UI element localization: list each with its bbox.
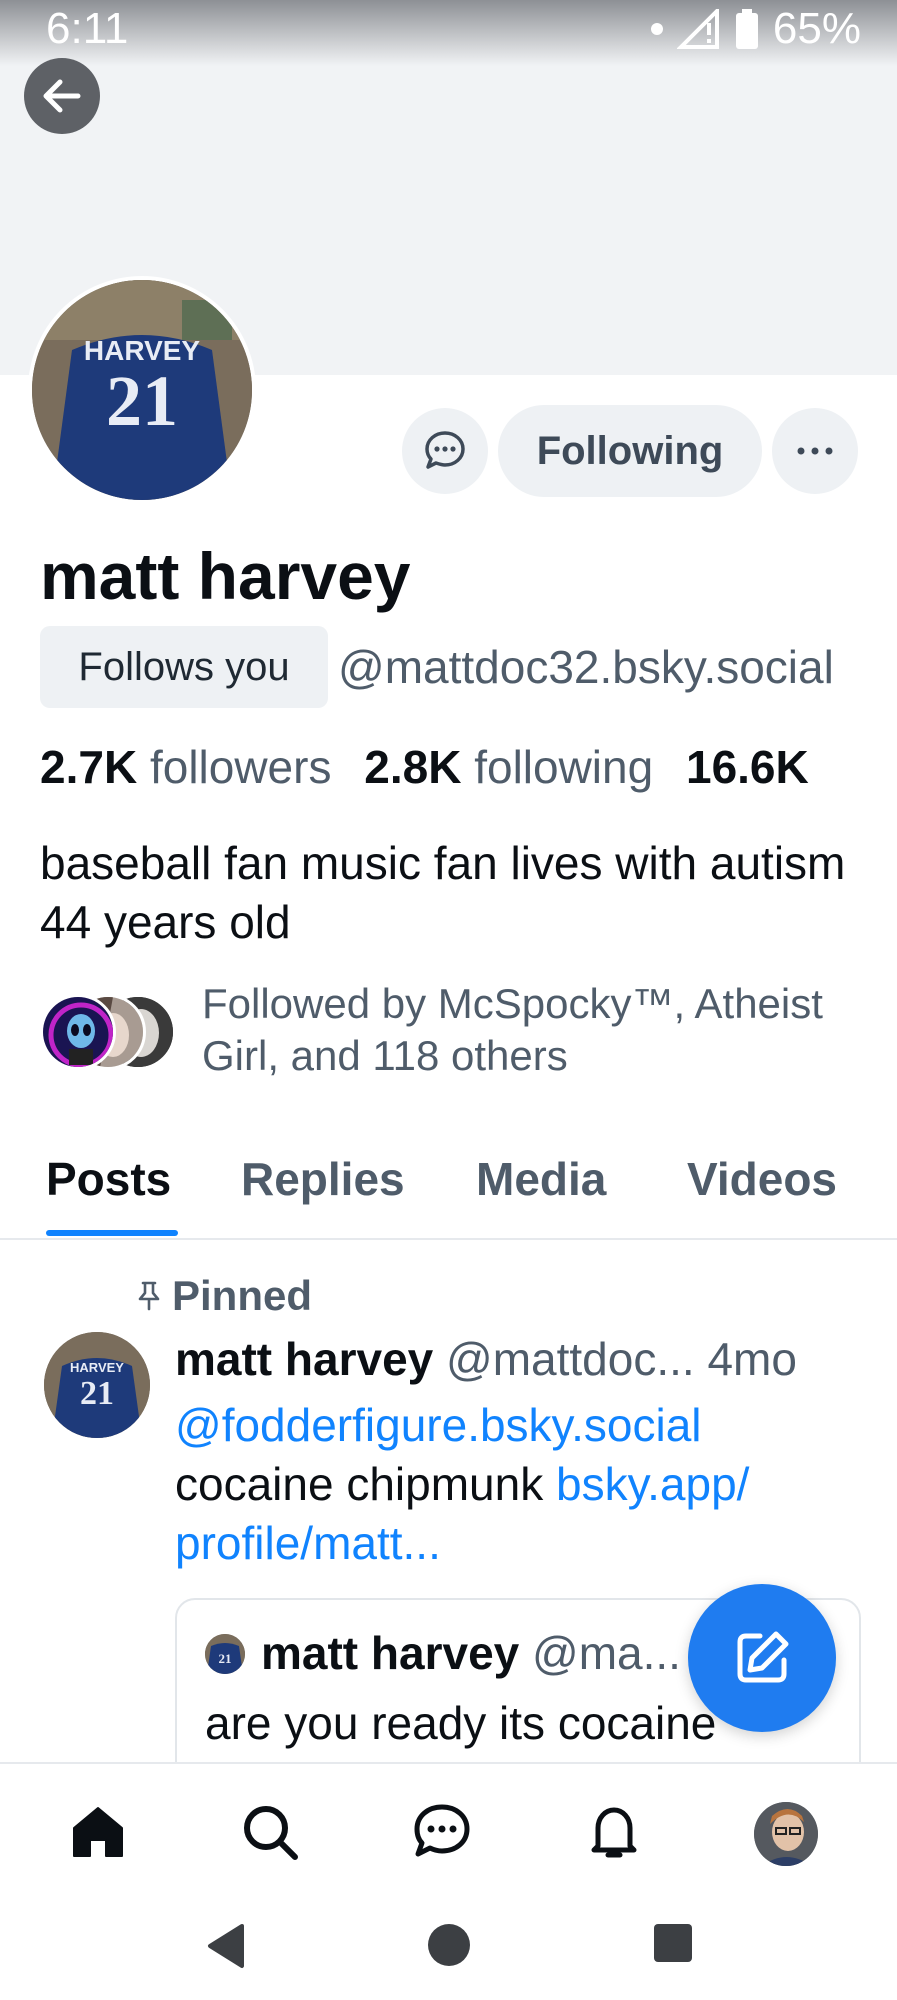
quote-author-avatar: 21 xyxy=(205,1634,245,1674)
battery-percent: 65% xyxy=(772,4,861,53)
tab-replies[interactable]: Replies xyxy=(241,1152,405,1206)
profile-display-name: matt harvey xyxy=(40,539,411,613)
following-label: following xyxy=(474,741,654,793)
quote-author-handle: @ma... xyxy=(532,1627,681,1679)
followers-count: 2.7K xyxy=(40,741,138,793)
status-icons: 65% xyxy=(650,4,861,54)
profile-stats: 2.7K followers 2.8K following 16.6K xyxy=(40,740,897,794)
profile-handle: @mattdoc32.bsky.social xyxy=(338,641,834,693)
tab-videos[interactable]: Videos xyxy=(687,1152,837,1206)
nav-chat[interactable] xyxy=(410,1800,474,1864)
profile-tabs: Posts Replies Media Videos xyxy=(0,1142,897,1240)
quote-header: matt harvey @ma... xyxy=(261,1626,681,1680)
system-back-icon[interactable] xyxy=(204,1922,246,1970)
followers-link[interactable]: 2.7K followers xyxy=(40,741,351,793)
known-followers-avatars[interactable] xyxy=(40,994,180,1074)
message-button[interactable] xyxy=(402,408,488,494)
home-icon xyxy=(73,1807,123,1857)
active-tab-indicator xyxy=(46,1230,178,1236)
tab-posts[interactable]: Posts xyxy=(46,1152,171,1206)
nav-notifications[interactable] xyxy=(582,1800,646,1864)
chat-icon xyxy=(414,1804,470,1857)
post-time: 4mo xyxy=(707,1333,797,1385)
following-count: 2.8K xyxy=(364,741,462,793)
follower-avatar-1 xyxy=(40,994,116,1070)
bottom-navigation xyxy=(0,1762,897,1898)
signal-icon xyxy=(676,9,719,49)
post-avatar-jersey-name: HARVEY xyxy=(70,1360,124,1375)
chat-bubble-icon xyxy=(425,431,465,469)
following-link[interactable]: 2.8K following xyxy=(364,741,673,793)
arrow-left-icon xyxy=(43,79,81,113)
post-header[interactable]: matt harvey @mattdoc... 4mo xyxy=(175,1332,865,1386)
system-recents-icon[interactable] xyxy=(652,1922,694,1964)
nav-profile-avatar[interactable] xyxy=(754,1802,818,1866)
compose-button[interactable] xyxy=(688,1584,836,1732)
pinned-indicator: Pinned xyxy=(136,1272,312,1320)
followed-by-text[interactable]: Followed by McSpocky™, Atheist Girl, and… xyxy=(202,978,862,1082)
profile-avatar[interactable]: HARVEY 21 xyxy=(28,276,256,504)
quote-avatar-jersey-number: 21 xyxy=(219,1651,232,1666)
quote-author-name: matt harvey xyxy=(261,1627,520,1679)
post-avatar-jersey-number: 21 xyxy=(80,1375,114,1412)
follows-you-badge: Follows you xyxy=(40,626,328,708)
bell-icon xyxy=(591,1807,637,1858)
followers-label: followers xyxy=(149,741,332,793)
quote-text: are you ready its cocaine xyxy=(205,1697,717,1749)
battery-icon xyxy=(735,9,758,49)
following-button[interactable]: Following xyxy=(498,405,762,497)
post-author-name: matt harvey xyxy=(175,1333,434,1385)
tab-media[interactable]: Media xyxy=(476,1152,606,1206)
post-body[interactable]: @fodderfigure.bsky.social cocaine chipmu… xyxy=(175,1396,865,1573)
post-link-part2[interactable]: profile/matt... xyxy=(175,1517,441,1569)
back-button[interactable] xyxy=(24,58,100,134)
pinned-label: Pinned xyxy=(172,1272,313,1319)
post-link-part1[interactable]: bsky.app/ xyxy=(556,1458,749,1510)
post-text: cocaine chipmunk xyxy=(175,1458,544,1510)
system-navigation-bar xyxy=(0,1898,897,2000)
ellipsis-icon xyxy=(797,447,833,455)
nav-search[interactable] xyxy=(238,1800,302,1864)
system-home-icon[interactable] xyxy=(426,1922,472,1968)
post-author-handle: @mattdoc... xyxy=(446,1333,695,1385)
profile-bio: baseball fan music fan lives with autism… xyxy=(40,837,846,948)
dot-icon xyxy=(650,23,663,35)
search-icon xyxy=(244,1806,298,1860)
pin-icon xyxy=(138,1281,160,1311)
more-options-button[interactable] xyxy=(772,408,858,494)
post-mention-link[interactable]: @fodderfigure.bsky.social xyxy=(175,1399,702,1451)
jersey-number: 21 xyxy=(106,361,178,441)
nav-home[interactable] xyxy=(66,1800,130,1864)
compose-icon xyxy=(737,1631,789,1683)
post-author-avatar[interactable]: HARVEY 21 xyxy=(44,1332,150,1438)
status-time: 6:11 xyxy=(46,4,129,53)
posts-count: 16.6K xyxy=(685,741,809,793)
